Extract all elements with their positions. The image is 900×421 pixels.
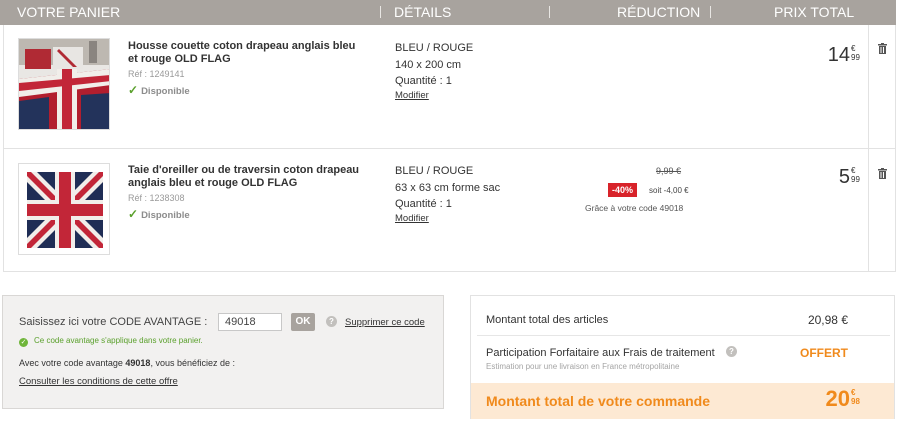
product-image-duvet-cover[interactable] — [18, 38, 110, 130]
order-totals-box: Montant total des articles 20,98 € Parti… — [470, 295, 895, 419]
row-divider — [3, 148, 896, 149]
availability-status: ✓ Disponible — [128, 83, 190, 97]
delete-column-divider — [868, 25, 869, 272]
discount-badge: -40% — [608, 183, 638, 197]
grand-total-row: Montant total de votre commande 20 €98 — [471, 383, 894, 419]
trash-icon — [878, 43, 887, 54]
check-icon: ✓ — [128, 207, 139, 221]
old-price: 9,99 € — [656, 166, 682, 176]
item-total-price: 5 €99 — [838, 166, 860, 189]
header-total-price: PRIX TOTAL — [774, 4, 855, 20]
fees-value: OFFERT — [800, 346, 848, 360]
product-quantity: Quantité : 1 — [395, 75, 452, 87]
grand-total-label: Montant total de votre commande — [486, 393, 711, 409]
modify-link[interactable]: Modifier — [395, 213, 429, 224]
product-size: 140 x 200 cm — [395, 58, 462, 71]
grand-total-price: 20 €98 — [825, 386, 860, 411]
item-total-price: 14 €99 — [827, 44, 860, 67]
availability-label: Disponible — [141, 210, 190, 221]
product-image-pillowcase[interactable] — [18, 163, 110, 255]
discount-note: Grâce à votre code 49018 — [585, 203, 684, 213]
discount-amount: soit -4,00 € — [649, 186, 689, 195]
price-integer: 5 — [838, 166, 850, 188]
price-cents: €99 — [851, 166, 860, 184]
remove-code-link[interactable]: Supprimer ce code — [345, 317, 425, 328]
articles-total-value: 20,98 € — [807, 313, 848, 327]
product-details: BLEU / ROUGE 63 x 63 cm forme sac Quanti… — [395, 163, 500, 224]
promo-code-box: Saisissez ici votre CODE AVANTAGE : OK ?… — [2, 295, 444, 409]
header-divider — [710, 6, 711, 18]
product-quantity: Quantité : 1 — [395, 198, 452, 210]
benefit-text: Avec votre code avantage 49018, vous bén… — [19, 358, 235, 368]
header-cart-title: VOTRE PANIER — [17, 4, 121, 20]
promo-code-label: Saisissez ici votre CODE AVANTAGE : — [19, 316, 208, 328]
product-reference: Réf : 1249141 — [128, 69, 185, 79]
header-reduction: RÉDUCTION — [617, 4, 701, 20]
articles-total-label: Montant total des articles — [486, 314, 609, 326]
product-color: BLEU / ROUGE — [395, 165, 474, 177]
product-color: BLEU / ROUGE — [395, 42, 474, 54]
fees-note: Estimation pour une livraison en France … — [486, 362, 680, 371]
product-reference: Réf : 1238308 — [128, 193, 185, 203]
product-name[interactable]: Housse couette coton drapeau anglais ble… — [128, 40, 363, 66]
help-icon[interactable]: ? — [726, 346, 737, 357]
check-icon: ✓ — [128, 83, 139, 97]
conditions-link[interactable]: Consulter les conditions de cette offre — [19, 376, 178, 387]
product-name[interactable]: Taie d'oreiller ou de traversin coton dr… — [128, 164, 363, 190]
header-details: DÉTAILS — [394, 4, 452, 20]
price-cents: €99 — [851, 44, 860, 62]
price-cents: €98 — [851, 388, 860, 406]
cart-header-bar: VOTRE PANIER DÉTAILS RÉDUCTION PRIX TOTA… — [0, 0, 896, 25]
delete-item-button[interactable] — [878, 43, 887, 57]
help-icon[interactable]: ? — [326, 316, 337, 327]
header-divider — [549, 6, 550, 18]
availability-status: ✓ Disponible — [128, 207, 190, 221]
promo-code-input[interactable] — [218, 313, 282, 331]
promo-ok-button[interactable]: OK — [291, 313, 315, 331]
divider — [477, 335, 890, 336]
price-integer: 14 — [827, 44, 850, 66]
product-size: 63 x 63 cm forme sac — [395, 181, 501, 194]
trash-icon — [878, 168, 887, 179]
code-applied-message: ✓ Ce code avantage s'applique dans votre … — [19, 336, 203, 347]
product-details: BLEU / ROUGE 140 x 200 cm Quantité : 1 M… — [395, 40, 473, 101]
benefit-code: 49018 — [125, 358, 151, 368]
fees-label: Participation Forfaitaire aux Frais de t… — [486, 347, 715, 359]
availability-label: Disponible — [141, 86, 190, 97]
delete-item-button[interactable] — [878, 168, 887, 182]
check-icon: ✓ — [19, 338, 28, 347]
header-divider — [380, 6, 381, 18]
modify-link[interactable]: Modifier — [395, 90, 429, 101]
